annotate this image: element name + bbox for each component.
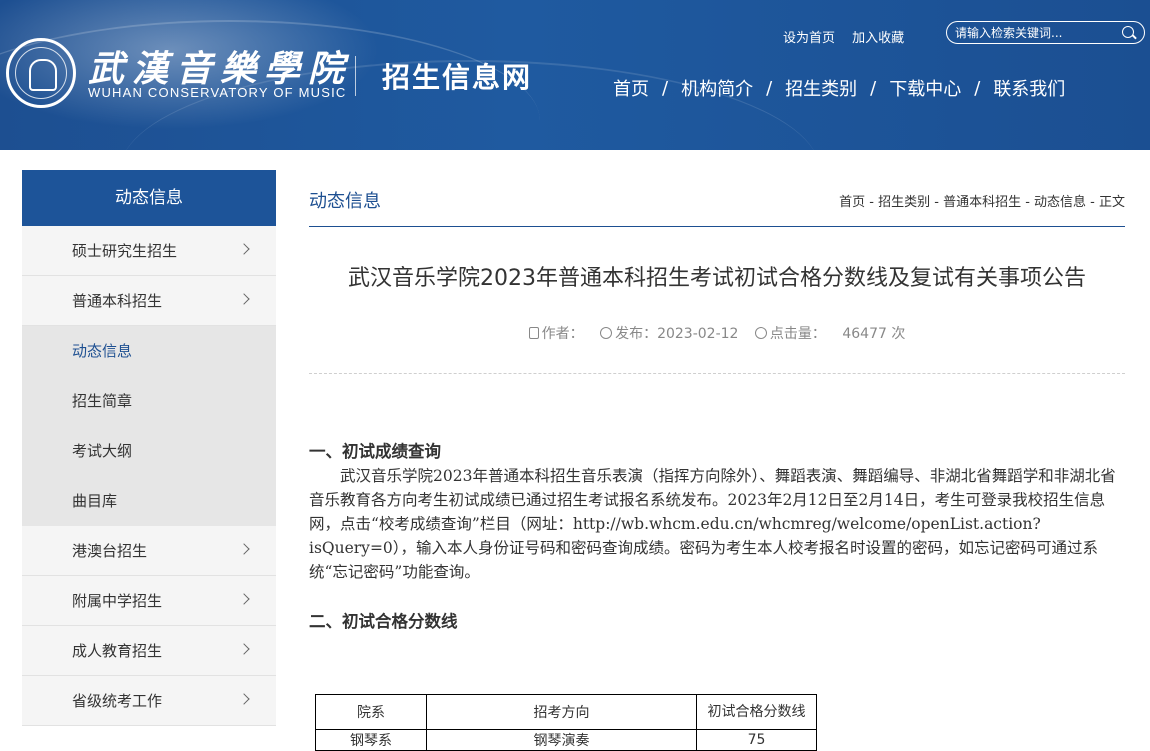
chevron-right-icon bbox=[238, 593, 250, 605]
paragraph: 武汉音乐学院2023年普通本科招生音乐表演（指挥方向除外）、舞蹈表演、舞蹈编导、… bbox=[309, 467, 1116, 581]
nav-separator: / bbox=[766, 77, 773, 99]
set-homepage-link[interactable]: 设为首页 bbox=[783, 31, 835, 46]
table-cell: 钢琴演奏 bbox=[426, 729, 697, 751]
sidebar-subitem-syllabus[interactable]: 考试大纲 bbox=[22, 426, 276, 476]
site-header: 武漢音樂學院 WUHAN CONSERVATORY OF MUSIC 招生信息网… bbox=[0, 0, 1150, 150]
nav-separator: / bbox=[870, 77, 877, 99]
chevron-right-icon bbox=[238, 243, 250, 255]
article-meta: 作者： 发布：2023-02-12 点击量： 46477 次 bbox=[309, 323, 1125, 343]
chevron-right-icon bbox=[238, 543, 250, 555]
clock-icon bbox=[600, 327, 613, 339]
breadcrumb[interactable]: 首页 - 招生类别 - 普通本科招生 - 动态信息 - 正文 bbox=[839, 191, 1125, 210]
table-header-cell: 院系 bbox=[315, 694, 427, 730]
nav-downloads[interactable]: 下载中心 bbox=[889, 75, 961, 101]
sidebar-title: 动态信息 bbox=[22, 170, 276, 226]
sidebar-item-graduate[interactable]: 硕士研究生招生 bbox=[22, 226, 276, 276]
content-divider bbox=[309, 226, 1125, 227]
article-title: 武汉音乐学院2023年普通本科招生考试初试合格分数线及复试有关事项公告 bbox=[348, 266, 1086, 291]
section-title: 动态信息 bbox=[309, 191, 381, 212]
author-label: 作者： bbox=[541, 326, 584, 342]
section-heading: 二、初试合格分数线 bbox=[309, 612, 458, 631]
table-header-row: 院系 招考方向 初试合格分数线 bbox=[315, 694, 817, 730]
site-name: 招生信息网 bbox=[382, 61, 533, 94]
nav-home[interactable]: 首页 bbox=[613, 75, 649, 101]
nav-separator: / bbox=[662, 77, 669, 99]
school-seal-logo[interactable] bbox=[6, 38, 76, 108]
sidebar-subitem-brochure[interactable]: 招生简章 bbox=[22, 376, 276, 426]
main-nav: 首页 / 机构简介 / 招生类别 / 下载中心 / 联系我们 bbox=[613, 75, 1078, 101]
search-icon[interactable] bbox=[1122, 26, 1134, 38]
sidebar-item-provincial-exam[interactable]: 省级统考工作 bbox=[22, 676, 276, 726]
nav-separator: / bbox=[974, 77, 981, 99]
sidebar-item-adult-education[interactable]: 成人教育招生 bbox=[22, 626, 276, 676]
chevron-right-icon bbox=[238, 293, 250, 305]
chevron-right-icon bbox=[238, 643, 250, 655]
dashed-divider bbox=[309, 373, 1125, 374]
sidebar-item-hk-macao-taiwan[interactable]: 港澳台招生 bbox=[22, 526, 276, 576]
sidebar-subitem-news[interactable]: 动态信息 bbox=[22, 326, 276, 376]
nav-about[interactable]: 机构简介 bbox=[681, 75, 753, 101]
sidebar-item-label: 省级统考工作 bbox=[72, 692, 163, 710]
sidebar-item-label: 硕士研究生招生 bbox=[72, 242, 178, 260]
add-favorite-link[interactable]: 加入收藏 bbox=[852, 31, 904, 46]
chevron-right-icon bbox=[238, 693, 250, 705]
search-box bbox=[946, 21, 1145, 44]
document-icon bbox=[528, 327, 539, 339]
table-header-cell: 招考方向 bbox=[426, 694, 697, 730]
sidebar-subitem-repertoire[interactable]: 曲目库 bbox=[22, 476, 276, 526]
sidebar-item-label: 普通本科招生 bbox=[72, 292, 163, 310]
nav-contact[interactable]: 联系我们 bbox=[993, 75, 1065, 101]
top-links: 设为首页 加入收藏 bbox=[783, 27, 917, 46]
logo-divider bbox=[355, 56, 356, 96]
sidebar-item-undergraduate[interactable]: 普通本科招生 bbox=[22, 276, 276, 326]
table-cell: 钢琴系 bbox=[315, 729, 427, 751]
table-header-cell: 初试合格分数线 bbox=[696, 694, 817, 730]
table-row: 钢琴系 钢琴演奏 75 bbox=[315, 729, 817, 751]
cursor-click-icon bbox=[754, 327, 767, 339]
publish-date: 发布：2023-02-12 bbox=[615, 326, 739, 342]
search-input[interactable] bbox=[955, 24, 1115, 41]
sidebar-item-affiliated-school[interactable]: 附属中学招生 bbox=[22, 576, 276, 626]
article-body: 一、初试成绩查询 武汉音乐学院2023年普通本科招生音乐表演（指挥方向除外）、舞… bbox=[309, 440, 1125, 634]
table-cell: 75 bbox=[696, 729, 817, 751]
sidebar-item-label: 附属中学招生 bbox=[72, 592, 163, 610]
sidebar: 动态信息 硕士研究生招生 普通本科招生 动态信息 招生简章 考试大纲 曲目库 港… bbox=[22, 170, 276, 726]
hits-count: 46477 次 bbox=[842, 326, 906, 342]
section-heading: 一、初试成绩查询 bbox=[309, 442, 441, 461]
hits-label: 点击量： bbox=[769, 326, 826, 342]
score-table: 院系 招考方向 初试合格分数线 钢琴系 钢琴演奏 75 bbox=[315, 694, 817, 751]
school-name-en: WUHAN CONSERVATORY OF MUSIC bbox=[88, 85, 347, 100]
sidebar-item-label: 成人教育招生 bbox=[72, 642, 163, 660]
sidebar-item-label: 港澳台招生 bbox=[72, 542, 148, 560]
nav-admission-types[interactable]: 招生类别 bbox=[785, 75, 857, 101]
